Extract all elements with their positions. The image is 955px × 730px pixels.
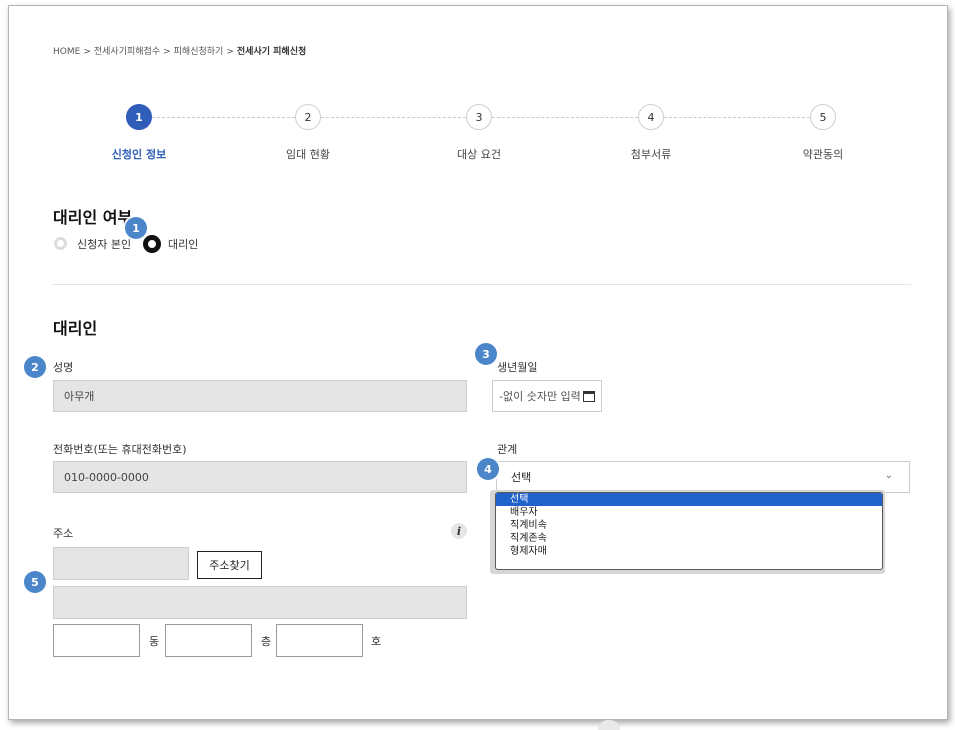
phone-field[interactable]: 010-0000-0000: [53, 461, 467, 493]
postal-code-field[interactable]: [53, 547, 189, 580]
breadcrumb-item[interactable]: 피해신청하기: [174, 47, 224, 57]
relation-option[interactable]: 형제자매: [496, 545, 882, 558]
address-label: 주소: [53, 527, 74, 540]
breadcrumb-separator: >: [83, 47, 91, 57]
birth-label: 생년월일: [497, 361, 538, 374]
step-2-circle: 2: [295, 104, 321, 130]
radio-agent[interactable]: [143, 235, 161, 253]
scroll-indicator[interactable]: [598, 720, 620, 730]
step-3-circle: 3: [466, 104, 492, 130]
calendar-icon[interactable]: [583, 391, 595, 402]
relation-select[interactable]: 선택 ⌄: [496, 461, 910, 493]
section-divider: [53, 284, 911, 285]
address-search-button[interactable]: 주소찾기: [197, 551, 262, 579]
dong-field[interactable]: [53, 624, 140, 657]
ho-field[interactable]: [276, 624, 363, 657]
relation-option[interactable]: 직계비속: [496, 519, 882, 532]
floor-field[interactable]: [165, 624, 252, 657]
step-5-circle: 5: [810, 104, 836, 130]
step-4-label: 첨부서류: [630, 148, 672, 161]
step-3-label: 대상 요건: [457, 148, 501, 161]
relation-dropdown-list: 선택 배우자 직계비속 직계존속 형제자매: [495, 492, 883, 570]
step-4-circle: 4: [638, 104, 664, 130]
address-detail-field[interactable]: [53, 586, 467, 619]
callout-badge-4: 4: [477, 458, 499, 480]
radio-self-label[interactable]: 신청자 본인: [77, 236, 131, 252]
step-1-circle: 1: [126, 104, 152, 130]
floor-unit-label: 층: [261, 635, 272, 648]
birth-field[interactable]: -없이 숫자만 입력: [492, 380, 602, 412]
relation-label: 관계: [497, 443, 518, 456]
breadcrumb-separator: >: [163, 47, 171, 57]
agent-section-title: 대리인: [53, 319, 98, 338]
name-field[interactable]: 아무개: [53, 380, 467, 412]
callout-badge-2: 2: [24, 356, 46, 378]
breadcrumb-current: 전세사기 피해신청: [236, 47, 307, 57]
breadcrumb-item[interactable]: 전세사기피해접수: [94, 47, 160, 57]
chevron-down-icon: ⌄: [884, 470, 893, 481]
breadcrumb: HOME > 전세사기피해접수 > 피해신청하기 > 전세사기 피해신청: [53, 44, 306, 57]
phone-value: 010-0000-0000: [64, 470, 149, 484]
callout-badge-5: 5: [24, 571, 46, 593]
step-2-label: 임대 현황: [286, 148, 330, 161]
breadcrumb-home[interactable]: HOME: [53, 47, 80, 57]
step-1-label: 신청인 정보: [111, 148, 167, 161]
name-value: 아무개: [64, 390, 95, 403]
page-frame: HOME > 전세사기피해접수 > 피해신청하기 > 전세사기 피해신청 1 신청인 정보 …: [8, 5, 948, 720]
relation-option[interactable]: 배우자: [496, 506, 882, 519]
step-connector: [492, 117, 638, 118]
radio-agent-label[interactable]: 대리인: [168, 236, 198, 252]
proxy-section-title: 대리인 여부: [53, 208, 133, 227]
name-label: 성명: [53, 361, 74, 374]
step-connector: [664, 117, 810, 118]
callout-badge-1: 1: [125, 217, 147, 239]
step-connector: [152, 117, 295, 118]
breadcrumb-separator: >: [226, 47, 234, 57]
relation-option[interactable]: 직계존속: [496, 532, 882, 545]
relation-option[interactable]: 선택: [496, 493, 882, 506]
callout-badge-3: 3: [475, 343, 497, 365]
step-connector: [321, 117, 466, 118]
radio-self[interactable]: [54, 237, 67, 250]
info-icon[interactable]: i: [451, 523, 467, 539]
ho-unit-label: 호: [371, 635, 382, 648]
relation-selected-value: 선택: [511, 471, 532, 484]
dong-unit-label: 동: [149, 635, 160, 648]
step-5-label: 약관동의: [802, 148, 844, 161]
birth-placeholder: -없이 숫자만 입력: [499, 390, 581, 403]
phone-label: 전화번호(또는 휴대전화번호): [53, 443, 187, 456]
